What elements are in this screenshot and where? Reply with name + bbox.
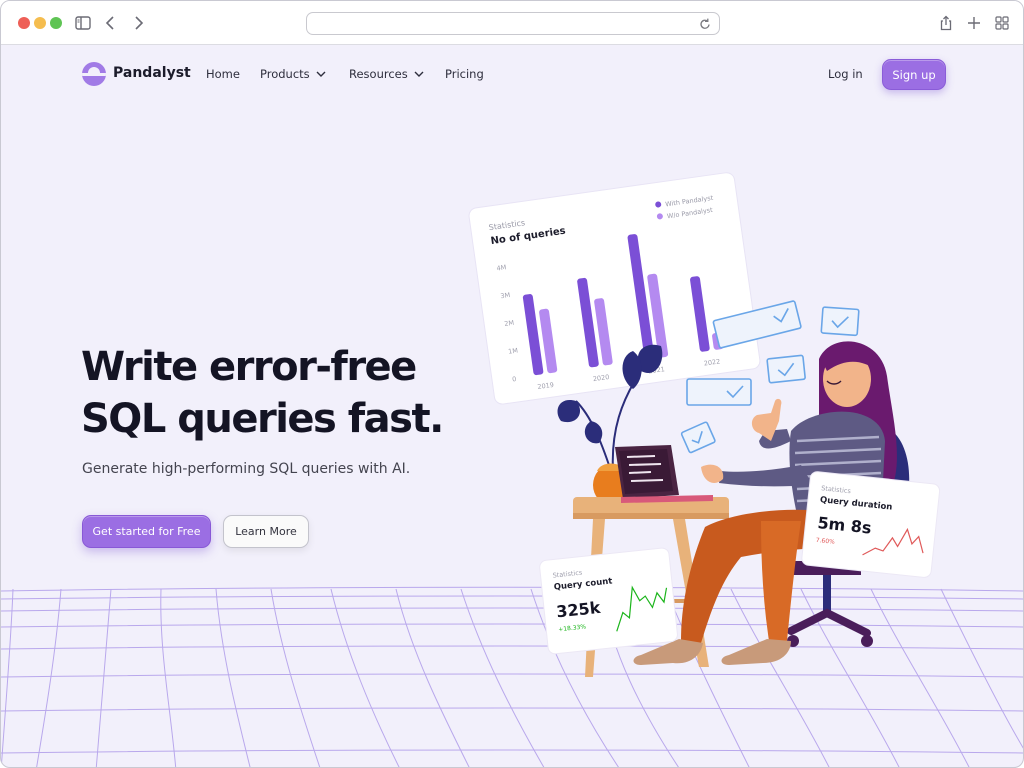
y-tick-label: 3M (500, 291, 511, 300)
query-count-card: Statistics Query count 325k +18.33% (539, 547, 678, 655)
query-duration-card: Statistics Query duration 5m 8s 7.60% (801, 471, 941, 578)
stats-card: Statistics No of queries With Pandalyst … (468, 172, 761, 405)
y-tick-label: 4M (496, 263, 507, 272)
hero-illustration: Statistics No of queries With Pandalyst … (468, 172, 941, 677)
laptop (615, 445, 713, 503)
y-tick-label: 2M (504, 319, 515, 328)
y-tick-label: 1M (508, 346, 519, 355)
browser-window: Pandalyst Home Products Resources Pricin… (0, 0, 1024, 768)
